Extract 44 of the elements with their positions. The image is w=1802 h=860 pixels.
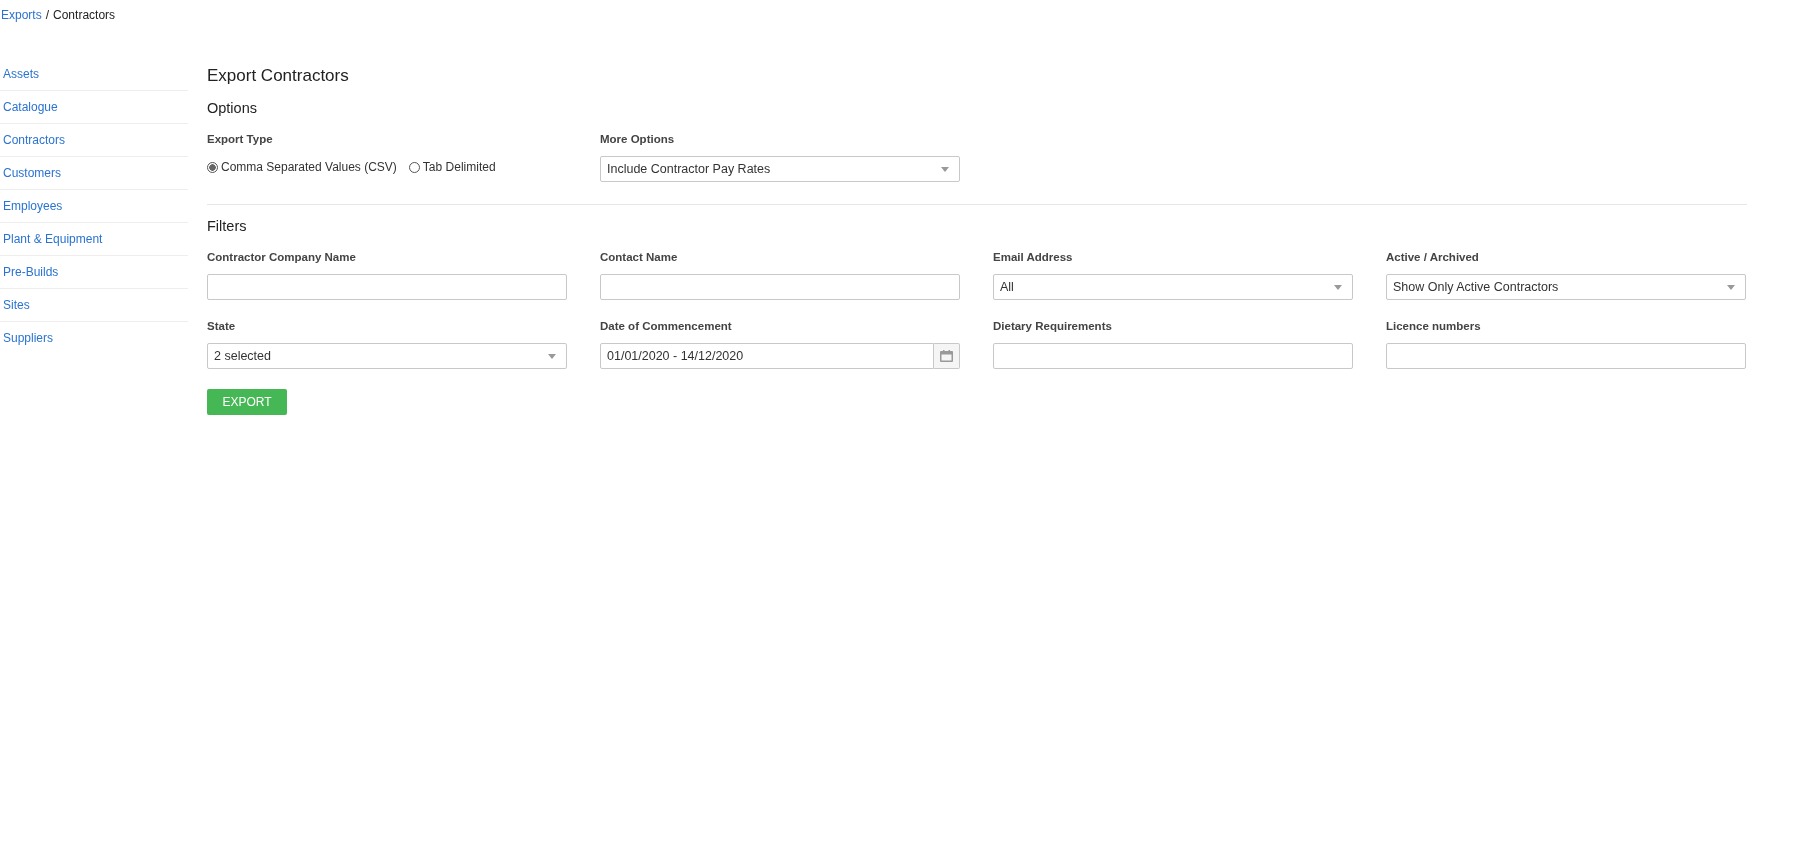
field-label: Dietary Requirements bbox=[993, 320, 1113, 332]
dropdown[interactable]: All bbox=[993, 274, 1353, 300]
radio-button[interactable] bbox=[207, 161, 218, 173]
caret-icon bbox=[1334, 284, 1342, 290]
calendar-icon bbox=[940, 350, 953, 362]
sidebar-item[interactable]: Pre-Builds bbox=[0, 256, 188, 289]
caret-icon bbox=[941, 166, 949, 172]
field-label: Email Address bbox=[993, 251, 1074, 263]
export-button[interactable]: EXPORT bbox=[207, 389, 287, 415]
section-heading: Filters bbox=[207, 218, 248, 234]
sidebar-item[interactable]: Catalogue bbox=[0, 91, 188, 124]
field-label: More Options bbox=[600, 133, 676, 145]
input-field[interactable] bbox=[600, 274, 960, 300]
breadcrumb-link[interactable]: Exports bbox=[1, 8, 42, 22]
dropdown[interactable]: Include Contractor Pay Rates bbox=[600, 156, 960, 182]
caret-icon bbox=[1727, 284, 1735, 290]
field-label: Export Type bbox=[207, 133, 274, 145]
field-label: Licence numbers bbox=[1386, 320, 1482, 332]
field-label: Contractor Company Name bbox=[207, 251, 357, 263]
page-title: Export Contractors bbox=[207, 66, 350, 86]
date-range-field[interactable]: 01/01/2020 - 14/12/2020 bbox=[600, 343, 934, 369]
caret-icon bbox=[548, 353, 556, 359]
sidebar-item[interactable]: Employees bbox=[0, 190, 188, 223]
input-field[interactable] bbox=[993, 343, 1353, 369]
radio-option[interactable]: Comma Separated Values (CSV) bbox=[207, 160, 397, 174]
breadcrumb-current: Contractors bbox=[53, 8, 116, 22]
sidebar-item[interactable]: Suppliers bbox=[0, 322, 188, 354]
input-field[interactable] bbox=[1386, 343, 1746, 369]
sidebar-item[interactable]: Plant & Equipment bbox=[0, 223, 188, 256]
sidebar-item[interactable]: Contractors bbox=[0, 124, 188, 157]
calendar-button[interactable] bbox=[934, 343, 960, 369]
radio-option[interactable]: Tab Delimited bbox=[408, 160, 496, 174]
sidebar-item[interactable]: Sites bbox=[0, 289, 188, 322]
field-label: State bbox=[207, 320, 237, 332]
field-label: Active / Archived bbox=[1386, 251, 1480, 263]
field-label: Contact Name bbox=[600, 251, 679, 263]
field-label: Date of Commencement bbox=[600, 320, 733, 332]
sidebar-item[interactable]: Assets bbox=[0, 58, 188, 91]
sidebar-item[interactable]: Customers bbox=[0, 157, 188, 190]
section-heading: Options bbox=[207, 100, 258, 116]
input-field[interactable] bbox=[207, 274, 567, 300]
breadcrumb-separator: / bbox=[45, 8, 50, 22]
dropdown[interactable]: Show Only Active Contractors bbox=[1386, 274, 1746, 300]
dropdown[interactable]: 2 selected bbox=[207, 343, 567, 369]
